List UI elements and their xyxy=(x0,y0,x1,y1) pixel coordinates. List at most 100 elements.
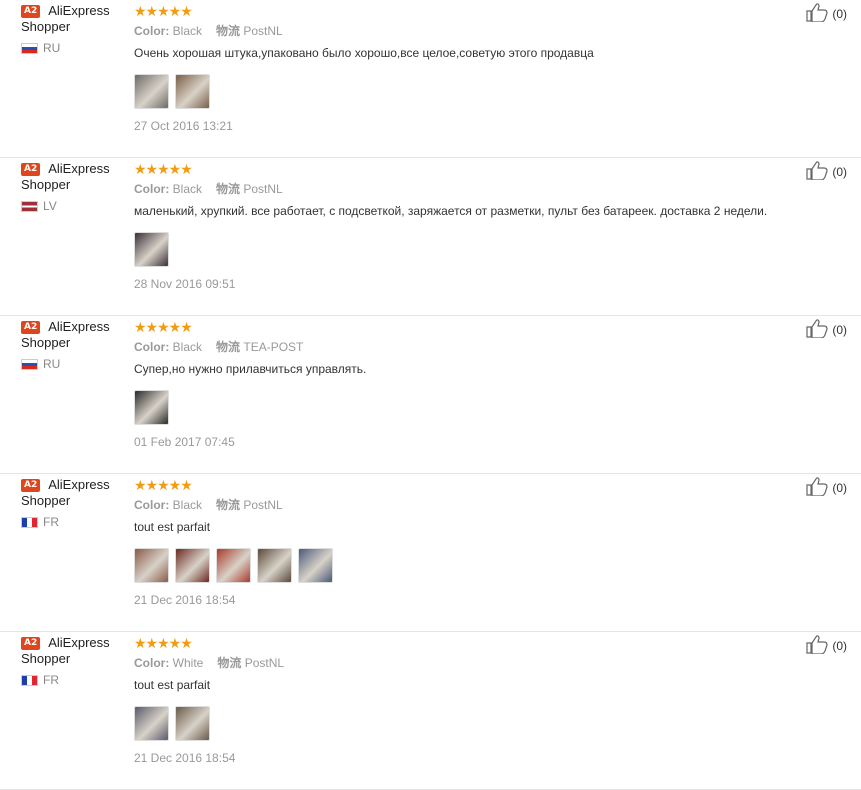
buyer-level-badge: A2 xyxy=(21,321,41,334)
reviewer-name-line2: Shopper xyxy=(21,493,71,508)
star-rating: ★★★★★ xyxy=(134,477,193,493)
review-photo-thumbnail[interactable] xyxy=(175,74,210,109)
logistics-value: PostNL xyxy=(243,182,283,196)
reviewer-info: A2 AliExpress Shopper RU xyxy=(21,3,126,55)
helpful-button[interactable]: (0) xyxy=(806,160,847,183)
review-text: tout est parfait xyxy=(134,678,211,692)
country-flag-icon xyxy=(21,674,38,686)
country-code: RU xyxy=(43,357,61,371)
order-info: Color: Black 物流 PostNL xyxy=(134,24,801,38)
review-date: 01 Feb 2017 07:45 xyxy=(134,435,235,449)
color-value: Black xyxy=(172,24,203,38)
color-value: Black xyxy=(172,182,203,196)
country-flag-icon xyxy=(21,516,38,528)
order-info: Color: Black 物流 PostNL xyxy=(134,182,801,196)
thumbs-up-icon xyxy=(806,476,828,499)
country-flag-icon xyxy=(21,42,38,54)
review-list: A2 AliExpress Shopper RU ★★★★★ Color: Black 物流… xyxy=(0,0,861,790)
review-photo-thumbnail[interactable] xyxy=(216,548,251,583)
review-photos xyxy=(134,706,801,743)
review-photo-thumbnail[interactable] xyxy=(134,232,169,267)
review-photo-thumbnail[interactable] xyxy=(298,548,333,583)
thumbs-up-icon xyxy=(806,318,828,341)
review-photo-thumbnail[interactable] xyxy=(134,390,169,425)
color-label: Color: xyxy=(134,182,170,196)
logistics-label: 物流 xyxy=(217,656,242,670)
helpful-count: (0) xyxy=(832,6,847,21)
color-label: Color: xyxy=(134,656,170,670)
helpful-count: (0) xyxy=(832,322,847,337)
review-photo-thumbnail[interactable] xyxy=(134,548,169,583)
review-photo-thumbnail[interactable] xyxy=(134,706,169,741)
star-rating: ★★★★★ xyxy=(134,3,193,19)
reviewer-info: A2 AliExpress Shopper LV xyxy=(21,161,126,213)
thumbs-up-icon xyxy=(806,2,828,25)
logistics-label: 物流 xyxy=(216,498,241,512)
review-photos xyxy=(134,390,801,427)
review-text: Супер,но нужно прилавчиться управлять. xyxy=(134,362,367,376)
review-photos xyxy=(134,548,801,585)
logistics-value: PostNL xyxy=(244,656,285,670)
review-text: Очень хорошая штука,упаковано было хорош… xyxy=(134,46,594,60)
reviewer-info: A2 AliExpress Shopper RU xyxy=(21,319,126,371)
review-item: A2 AliExpress Shopper RU ★★★★★ Color: Black 物流… xyxy=(0,0,861,158)
star-rating: ★★★★★ xyxy=(134,635,193,651)
helpful-button[interactable]: (0) xyxy=(806,476,847,499)
color-label: Color: xyxy=(134,340,170,354)
logistics-value: TEA-POST xyxy=(243,340,304,354)
country-code: LV xyxy=(43,199,57,213)
thumbs-up-icon xyxy=(806,634,828,657)
reviewer-info: A2 AliExpress Shopper FR xyxy=(21,477,126,529)
color-value: Black xyxy=(172,340,203,354)
review-photos xyxy=(134,232,801,269)
reviewer-name-line2: Shopper xyxy=(21,177,71,192)
review-item: A2 AliExpress Shopper RU ★★★★★ Color: Black 物流… xyxy=(0,316,861,474)
reviewer-name-line2: Shopper xyxy=(21,19,71,34)
order-info: Color: White 物流 PostNL xyxy=(134,656,801,670)
country-code: FR xyxy=(43,673,59,687)
review-content: ★★★★★ Color: White 物流 PostNL tout est parfa… xyxy=(134,636,801,743)
helpful-button[interactable]: (0) xyxy=(806,634,847,657)
helpful-button[interactable]: (0) xyxy=(806,318,847,341)
color-value: Black xyxy=(172,498,203,512)
country-code: RU xyxy=(43,41,61,55)
reviewer-name-line2: Shopper xyxy=(21,335,71,350)
reviewer-name-line2: Shopper xyxy=(21,651,71,666)
review-photo-thumbnail[interactable] xyxy=(175,548,210,583)
review-item: A2 AliExpress Shopper LV ★★★★★ Color: Black 物流… xyxy=(0,158,861,316)
review-photos xyxy=(134,74,801,111)
logistics-value: PostNL xyxy=(243,24,283,38)
reviewer-country: LV xyxy=(21,199,126,213)
reviewer-country: FR xyxy=(21,673,126,687)
reviewer-country: FR xyxy=(21,515,126,529)
color-label: Color: xyxy=(134,498,170,512)
review-content: ★★★★★ Color: Black 物流 PostNL Очень хорошая … xyxy=(134,4,801,111)
reviewer-name: AliExpress xyxy=(48,161,110,176)
reviewer-name: AliExpress xyxy=(48,635,110,650)
reviewer-name: AliExpress xyxy=(48,477,110,492)
logistics-label: 物流 xyxy=(216,182,241,196)
helpful-count: (0) xyxy=(832,638,847,653)
review-content: ★★★★★ Color: Black 物流 TEA-POST Супер,но нуж… xyxy=(134,320,801,427)
color-label: Color: xyxy=(134,24,170,38)
logistics-value: PostNL xyxy=(243,498,283,512)
review-date: 27 Oct 2016 13:21 xyxy=(134,119,233,133)
reviewer-country: RU xyxy=(21,41,126,55)
helpful-count: (0) xyxy=(832,480,847,495)
helpful-button[interactable]: (0) xyxy=(806,2,847,25)
review-text: маленький, хрупкий. все работает, с подс… xyxy=(134,204,768,218)
review-date: 28 Nov 2016 09:51 xyxy=(134,277,236,291)
logistics-label: 物流 xyxy=(216,24,241,38)
review-content: ★★★★★ Color: Black 物流 PostNL маленький, хру… xyxy=(134,162,801,269)
reviewer-name: AliExpress xyxy=(48,3,110,18)
review-text: tout est parfait xyxy=(134,520,211,534)
thumbs-up-icon xyxy=(806,160,828,183)
review-photo-thumbnail[interactable] xyxy=(175,706,210,741)
review-item: A2 AliExpress Shopper FR ★★★★★ Color: Black 物流… xyxy=(0,474,861,632)
star-rating: ★★★★★ xyxy=(134,161,193,177)
buyer-level-badge: A2 xyxy=(21,5,41,18)
review-photo-thumbnail[interactable] xyxy=(257,548,292,583)
review-date: 21 Dec 2016 18:54 xyxy=(134,593,236,607)
country-flag-icon xyxy=(21,200,38,212)
review-photo-thumbnail[interactable] xyxy=(134,74,169,109)
